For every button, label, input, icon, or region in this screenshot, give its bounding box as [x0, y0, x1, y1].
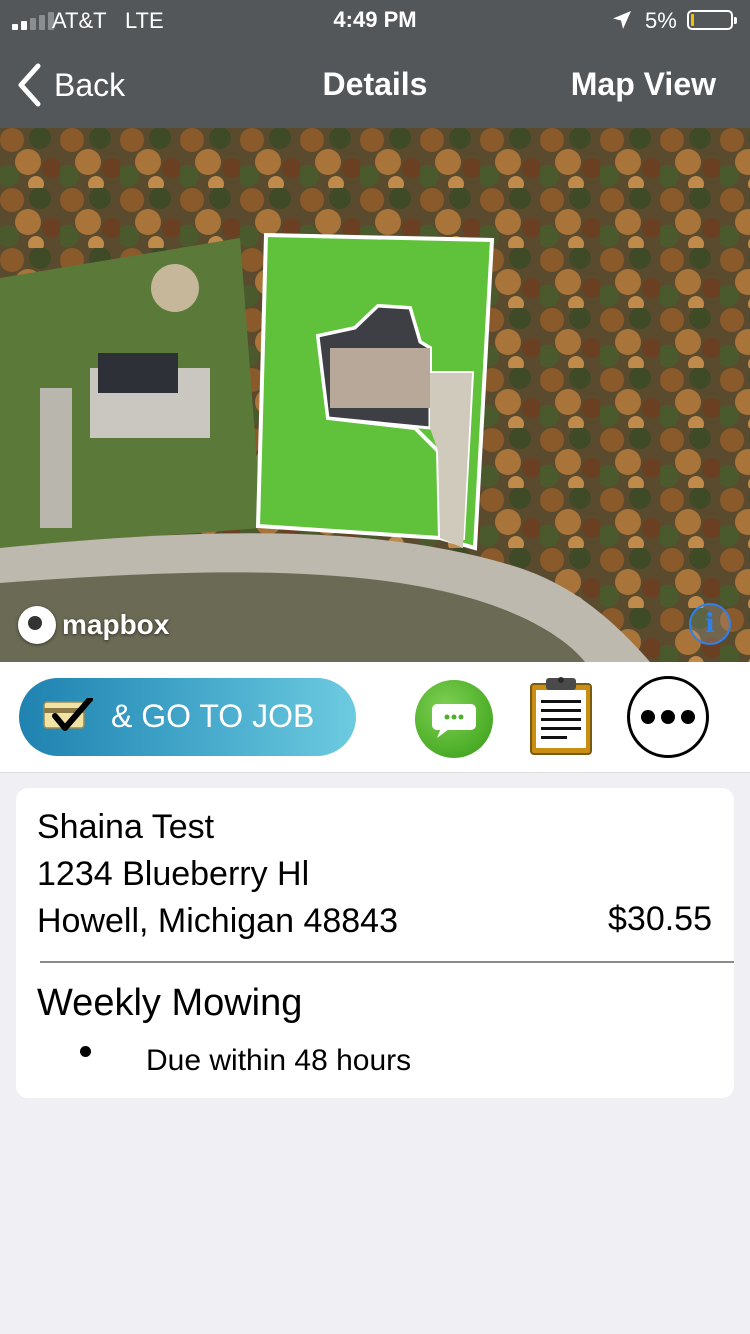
info-icon: i [705, 609, 715, 639]
more-dot [641, 710, 655, 724]
more-button[interactable] [627, 676, 709, 758]
service-name: Weekly Mowing [37, 982, 303, 1024]
chevron-left-icon [18, 63, 41, 107]
card-check-icon [43, 698, 93, 731]
more-dot [681, 710, 695, 724]
location-arrow-icon [613, 11, 631, 29]
customer-name: Shaina Test [37, 808, 215, 846]
status-bar: AT&T LTE 4:49 PM 5% [0, 0, 750, 40]
battery-icon [687, 10, 737, 30]
action-bar: & GO TO JOB [0, 662, 750, 773]
battery-nub [734, 17, 737, 24]
back-button[interactable]: Back [16, 62, 125, 108]
address-line1: 1234 Blueberry Hl [37, 855, 310, 893]
top-bar: AT&T LTE 4:49 PM 5% Back Details Map Vie… [0, 0, 750, 128]
battery-fill [691, 14, 694, 26]
chat-bubble-icon [432, 704, 476, 738]
satellite-map[interactable]: mapbox i [0, 128, 750, 662]
address-line2: Howell, Michigan 48843 [37, 902, 398, 940]
battery-percent: 5% [645, 8, 677, 33]
go-to-job-label: & GO TO JOB [111, 698, 315, 734]
status-time: 4:49 PM [333, 7, 417, 32]
mapbox-logo-icon [18, 606, 56, 644]
job-details-card: Shaina Test 1234 Blueberry Hl Howell, Mi… [16, 788, 734, 1098]
map-view-button[interactable]: Map View [571, 66, 716, 103]
clipboard-icon [530, 677, 592, 755]
note-bullet [80, 1046, 91, 1057]
mapbox-logo: mapbox [18, 606, 169, 644]
notes-button[interactable] [528, 674, 594, 758]
mapbox-label: mapbox [62, 609, 170, 640]
service-note: Due within 48 hours [146, 1044, 412, 1077]
map-imagery [0, 128, 750, 662]
more-dot [661, 710, 675, 724]
back-label: Back [54, 66, 126, 103]
job-price: $30.55 [608, 900, 712, 938]
info-button[interactable]: i [689, 603, 731, 645]
card-divider [40, 961, 734, 963]
go-to-job-button[interactable]: & GO TO JOB [19, 678, 356, 756]
chat-button[interactable] [415, 680, 493, 758]
